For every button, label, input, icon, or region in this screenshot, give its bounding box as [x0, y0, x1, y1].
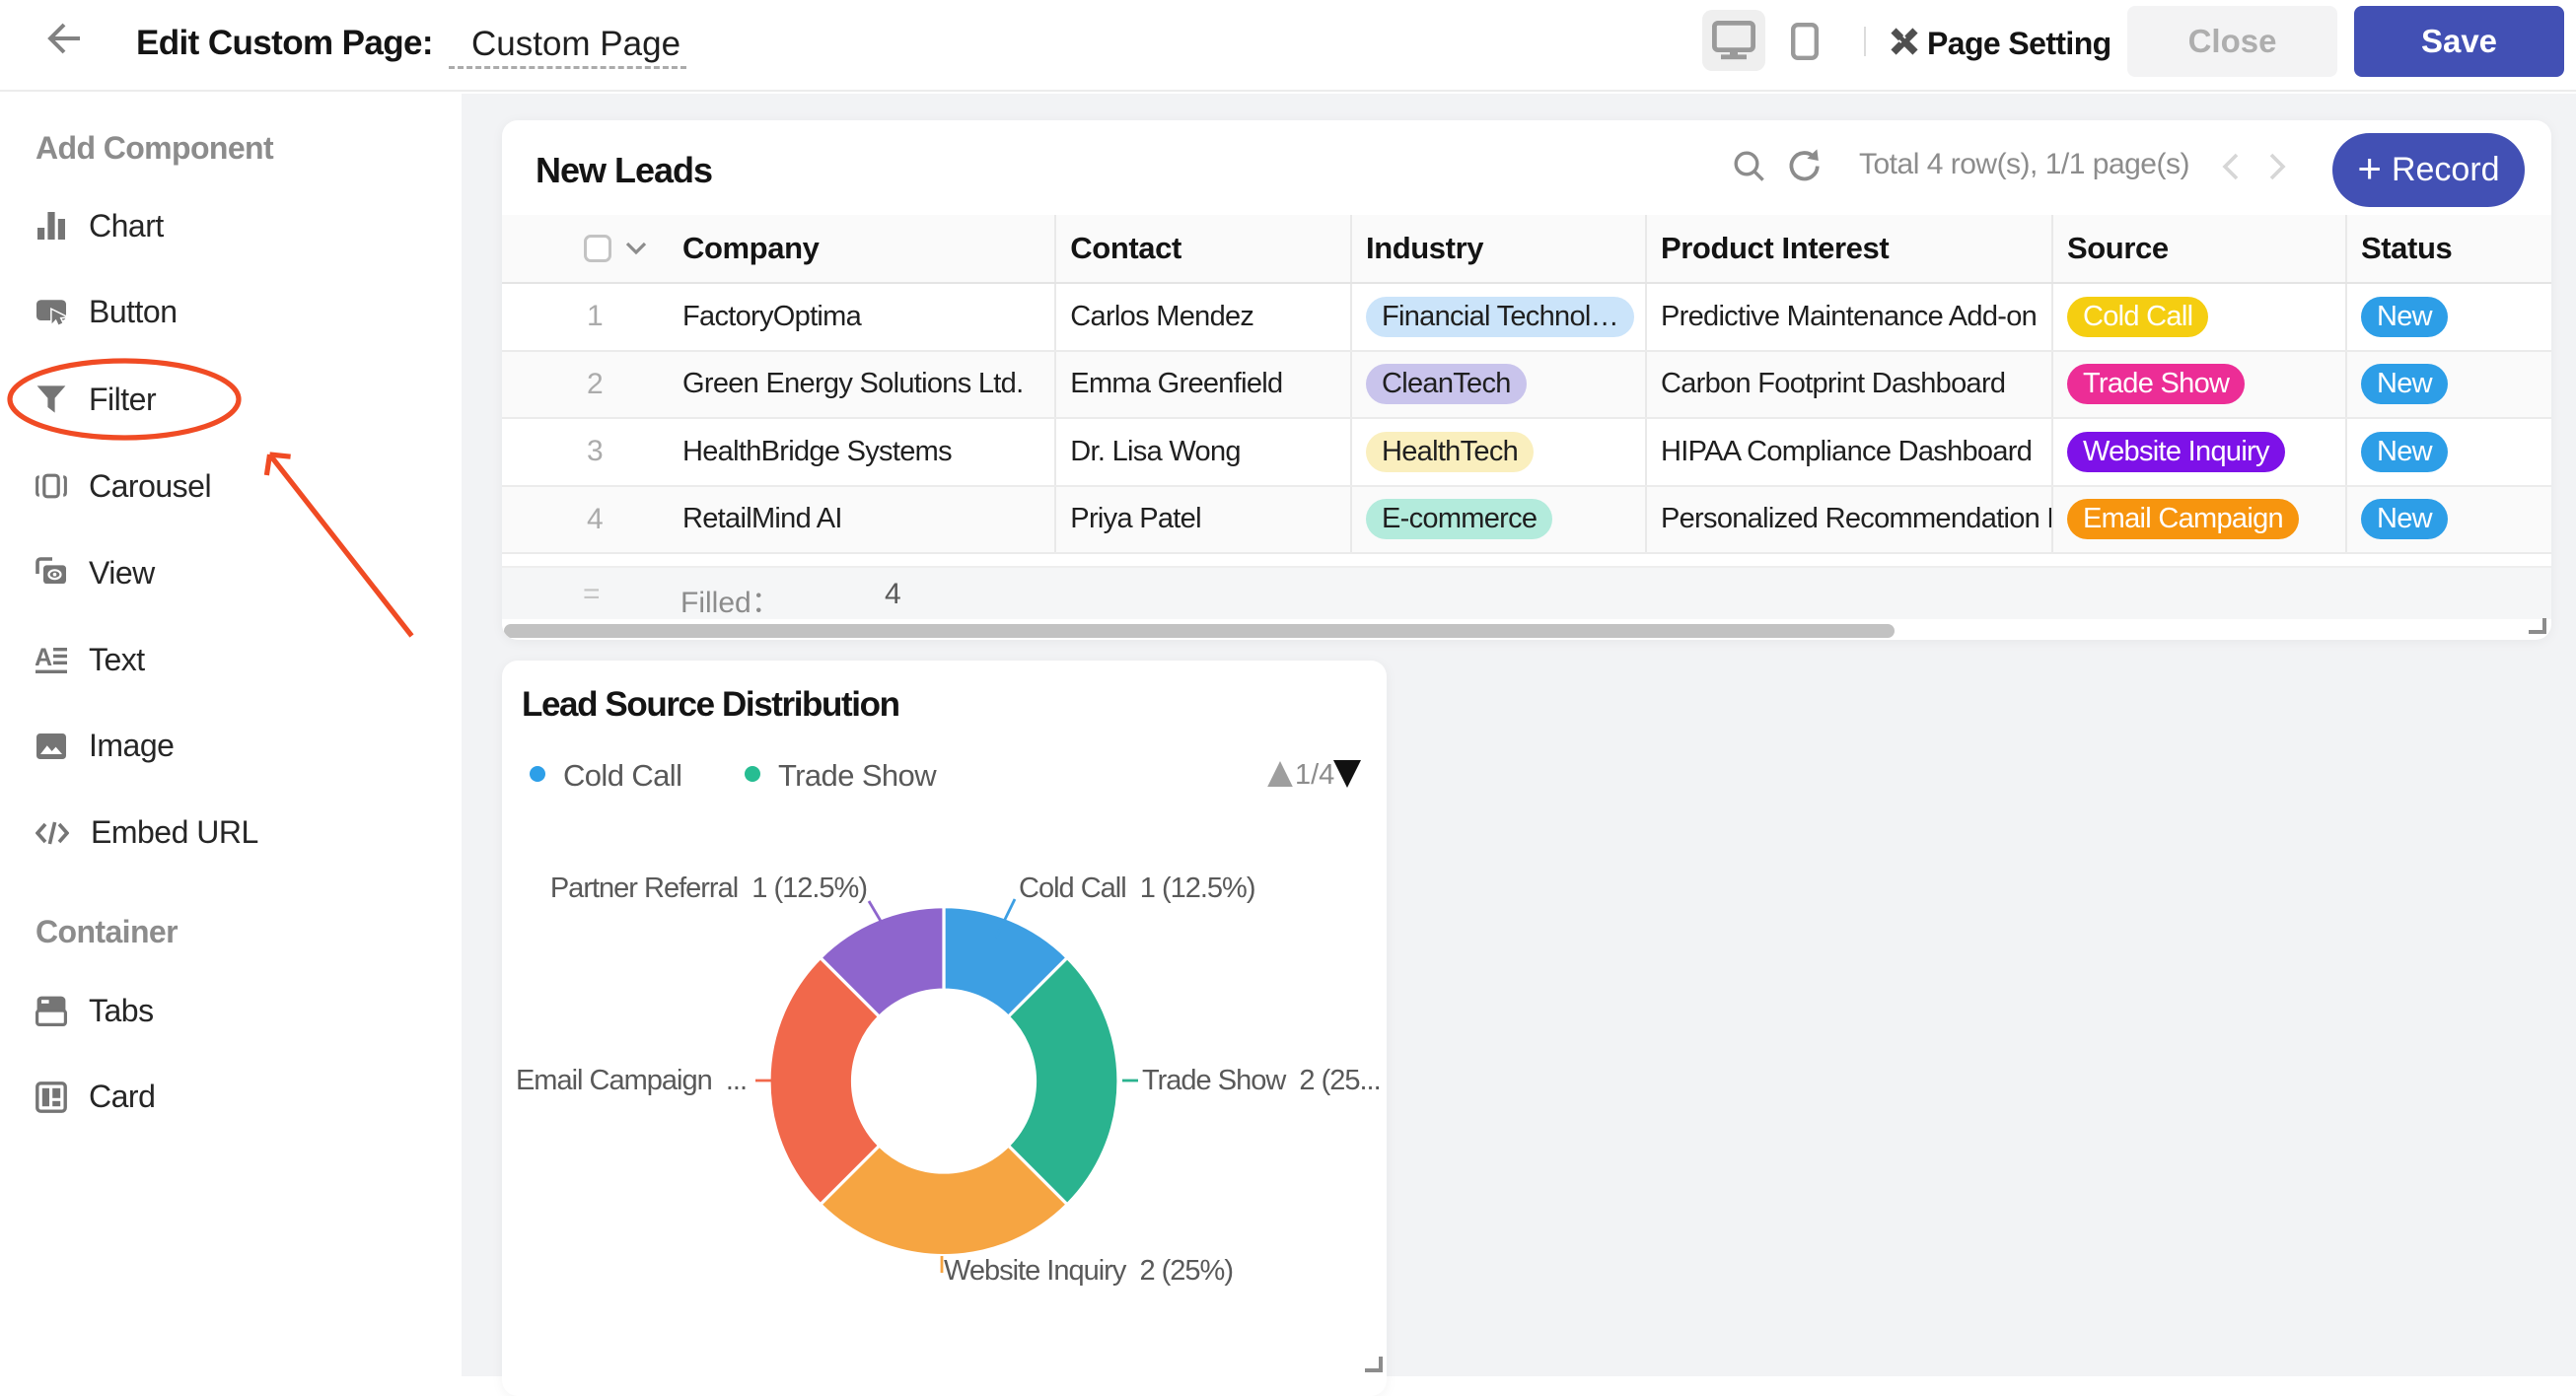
svg-text:A: A	[36, 644, 52, 671]
